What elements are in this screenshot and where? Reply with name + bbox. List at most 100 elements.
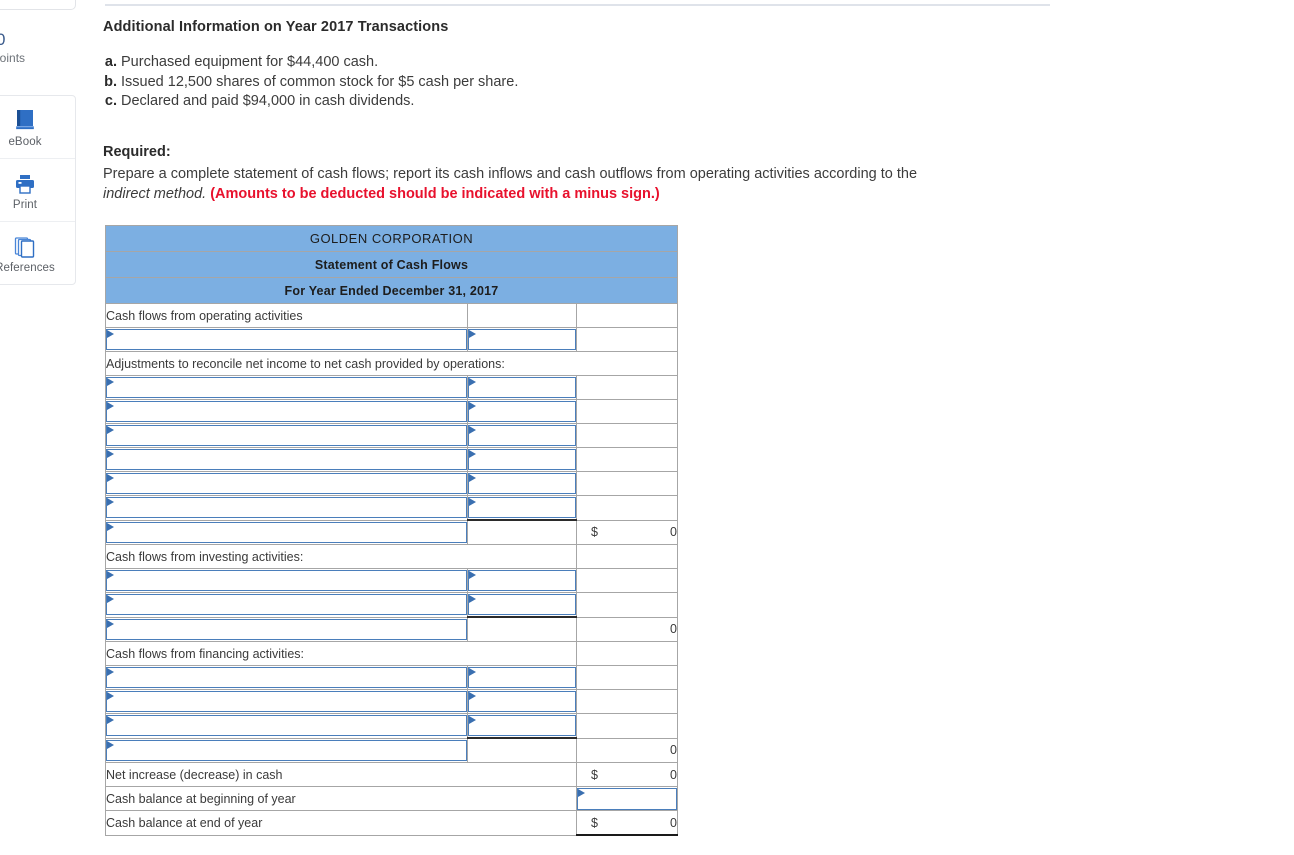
cell-empty <box>576 471 678 496</box>
cell-empty <box>576 423 678 448</box>
print-label: Print <box>12 198 38 211</box>
operating-label-input-3[interactable] <box>106 425 467 446</box>
end-balance-value: 0 <box>670 815 677 830</box>
table-row-net-increase: Net increase (decrease) in cash $0 <box>105 762 678 787</box>
operating-label-input-4[interactable] <box>106 449 467 470</box>
cell-input-label <box>105 689 468 714</box>
fact-letter-c: c. <box>104 93 117 109</box>
operating-amount-input-3[interactable] <box>468 425 576 446</box>
cell-empty <box>576 375 678 400</box>
label-financing-activities: Cash flows from financing activities: <box>105 641 577 666</box>
worksheet-page: 0 points eBook <box>0 0 1294 855</box>
table-header-title-row: Statement of Cash Flows <box>105 251 678 278</box>
table-row-operating-input <box>105 495 678 521</box>
cell-input-amount <box>467 447 577 472</box>
net-increase-amount: $0 <box>576 762 678 787</box>
operating-label-input-6[interactable] <box>106 497 467 519</box>
operating-subtotal-amount: $0 <box>576 519 678 545</box>
cell-empty <box>576 665 678 690</box>
operating-amount-input-2[interactable] <box>468 401 576 422</box>
dollar-sign: $ <box>591 525 598 540</box>
cell-empty <box>576 689 678 714</box>
cell-input-amount <box>467 375 577 400</box>
operating-amount-input-6[interactable] <box>468 497 576 518</box>
print-button[interactable]: Print <box>0 159 75 222</box>
cell-input-label <box>105 327 468 352</box>
ebook-button[interactable]: eBook <box>0 96 75 159</box>
operating-amount-input-4[interactable] <box>468 449 576 470</box>
table-row-investing-subtotal: 0 <box>105 616 678 642</box>
cell-input-label <box>105 471 468 496</box>
table-row-adjustments-label: Adjustments to reconcile net income to n… <box>105 351 678 376</box>
label-end-balance: Cash balance at end of year <box>105 810 577 836</box>
cell-input-amount <box>467 713 577 739</box>
investing-label-input-2[interactable] <box>106 594 467 616</box>
table-header-period-row: For Year Ended December 31, 2017 <box>105 277 678 304</box>
investing-subtotal-label-input[interactable] <box>106 618 467 640</box>
cell-empty <box>576 327 678 352</box>
table-row-financing-input <box>105 713 678 739</box>
table-row-operating-input <box>105 471 678 496</box>
cell-input-label <box>105 737 468 763</box>
required-title: Required: <box>103 144 171 160</box>
cell-input-label <box>105 495 468 521</box>
points-box <box>0 0 76 10</box>
operating-label-input-2[interactable] <box>106 401 467 422</box>
cell-input-label <box>105 423 468 448</box>
cell-empty <box>576 303 678 328</box>
financing-label-input-3[interactable] <box>106 715 467 737</box>
operating-label-input-1[interactable] <box>106 377 467 398</box>
financing-subtotal-value: 0 <box>576 737 678 763</box>
cell-input-label <box>105 375 468 400</box>
cell-empty <box>467 737 577 763</box>
net-income-label-input[interactable] <box>106 329 467 350</box>
net-income-amount-input[interactable] <box>468 329 576 350</box>
investing-amount-input-1[interactable] <box>468 570 576 591</box>
points-label: points <box>0 51 26 65</box>
table-header-company-row: GOLDEN CORPORATION <box>105 225 678 252</box>
references-label: References <box>0 261 55 274</box>
investing-subtotal-value: 0 <box>576 616 678 642</box>
operating-label-input-5[interactable] <box>106 473 467 494</box>
cash-flow-statement-table: GOLDEN CORPORATION Statement of Cash Flo… <box>105 225 678 836</box>
operating-amount-input-1[interactable] <box>468 377 576 398</box>
fact-text-b: Issued 12,500 shares of common stock for… <box>121 73 519 90</box>
investing-label-input-1[interactable] <box>106 570 467 591</box>
end-balance-amount: $0 <box>576 810 678 836</box>
investing-amount-input-2[interactable] <box>468 594 576 615</box>
table-row-investing-label: Cash flows from investing activities: <box>105 544 678 569</box>
top-divider <box>105 4 1050 6</box>
required-text-italic: indirect method. <box>103 186 207 202</box>
cell-input-label <box>105 519 468 545</box>
cell-input-amount <box>467 399 577 424</box>
cell-empty <box>576 713 678 739</box>
begin-balance-input[interactable] <box>577 787 677 810</box>
tool-stack: eBook Print References <box>0 95 76 285</box>
label-begin-balance: Cash balance at beginning of year <box>105 786 577 811</box>
financing-label-input-1[interactable] <box>106 667 467 688</box>
operating-amount-input-5[interactable] <box>468 473 576 494</box>
points-value: 0 <box>0 30 6 49</box>
operating-subtotal-label-input[interactable] <box>106 521 467 543</box>
references-button[interactable]: References <box>0 222 75 284</box>
cell-empty <box>576 399 678 424</box>
financing-amount-input-3[interactable] <box>468 715 576 736</box>
additional-info-title: Additional Information on Year 2017 Tran… <box>103 19 449 35</box>
cell-input-amount <box>467 689 577 714</box>
printer-icon <box>13 170 37 196</box>
financing-label-input-2[interactable] <box>106 691 467 712</box>
table-row-operating-label: Cash flows from operating activities <box>105 303 678 328</box>
header-title: Statement of Cash Flows <box>105 251 678 278</box>
additional-info-list: a. Purchased equipment for $44,400 cash. … <box>103 53 803 112</box>
cell-input-label <box>105 616 468 642</box>
table-row-financing-input <box>105 689 678 714</box>
cell-input-label <box>105 592 468 618</box>
financing-amount-input-1[interactable] <box>468 667 576 688</box>
required-text-alert: (Amounts to be deducted should be indica… <box>210 186 660 202</box>
cell-empty <box>576 447 678 472</box>
dollar-sign: $ <box>591 815 598 830</box>
cell-input-amount <box>467 495 577 521</box>
financing-subtotal-label-input[interactable] <box>106 739 467 761</box>
fact-letter-a: a. <box>104 54 117 70</box>
financing-amount-input-2[interactable] <box>468 691 576 712</box>
